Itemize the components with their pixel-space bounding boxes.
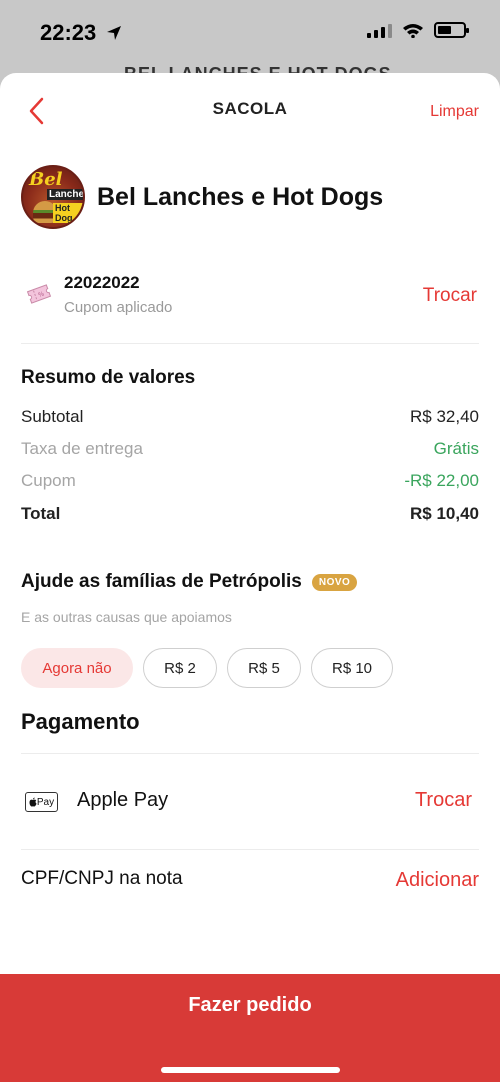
payment-title: Pagamento [21, 709, 140, 734]
summary-row-total: Total R$ 10,40 [21, 504, 479, 524]
summary-row-delivery: Taxa de entrega Grátis [21, 439, 479, 459]
payment-method: Apple Pay [77, 789, 169, 811]
subtotal-label: Subtotal [21, 407, 84, 426]
battery-icon [434, 22, 469, 38]
donation-option-10[interactable]: R$ 10 [311, 648, 393, 688]
location-arrow-icon [107, 26, 121, 40]
delivery-fee-value: Grátis [433, 439, 479, 458]
new-badge: NOVO [311, 573, 358, 591]
coupon-discount-label: Cupom [21, 471, 76, 490]
home-indicator [161, 1067, 340, 1073]
coupon-code: 22022022 [64, 273, 140, 292]
clear-button[interactable]: Limpar [430, 103, 479, 121]
delivery-fee-label: Taxa de entrega [21, 439, 143, 458]
store-info: Bel Lanches Hot Dog Bel Lanches e Hot Do… [21, 165, 383, 229]
divider [21, 849, 479, 850]
divider [21, 343, 479, 344]
donation-option-not-now[interactable]: Agora não [21, 648, 133, 688]
coupon-ticket-icon: % [26, 284, 52, 304]
page-title: SACOLA [212, 99, 288, 118]
summary-row-coupon: Cupom -R$ 22,00 [21, 471, 479, 491]
total-value: R$ 10,40 [410, 504, 479, 523]
cellular-signal-icon [367, 22, 392, 38]
status-bar: 22:23 [0, 0, 500, 68]
header: SACOLA Limpar [0, 73, 500, 145]
summary-title: Resumo de valores [21, 367, 196, 388]
donation-title: Ajude as famílias de Petrópolis [21, 571, 302, 592]
donation-options: Agora não R$ 2 R$ 5 R$ 10 [21, 648, 393, 688]
subtotal-value: R$ 32,40 [410, 407, 479, 426]
store-logo: Bel Lanches Hot Dog [21, 165, 85, 229]
summary-row-subtotal: Subtotal R$ 32,40 [21, 407, 479, 427]
wifi-icon [403, 24, 423, 38]
total-label: Total [21, 504, 61, 523]
divider [21, 753, 479, 754]
cpf-label: CPF/CNPJ na nota [21, 868, 183, 889]
donation-section-title: Ajude as famílias de Petrópolis NOVO [21, 571, 358, 593]
logo-text-lanches: Lanches [47, 189, 83, 200]
store-name: Bel Lanches e Hot Dogs [97, 182, 384, 211]
coupon-status: Cupom aplicado [64, 299, 173, 316]
change-coupon-button[interactable]: Trocar [423, 285, 477, 307]
place-order-button[interactable]: Fazer pedido [0, 994, 500, 1017]
status-time: 22:23 [40, 20, 97, 45]
change-payment-button[interactable]: Trocar [415, 789, 472, 812]
logo-text-hotdog: Hot Dog [53, 203, 83, 223]
bag-sheet: SACOLA Limpar Bel Lanches Hot Dog Bel La… [0, 73, 500, 1082]
donation-option-2[interactable]: R$ 2 [143, 648, 217, 688]
order-bar[interactable]: Fazer pedido [0, 974, 500, 1082]
status-indicators [367, 22, 469, 38]
donation-option-5[interactable]: R$ 5 [227, 648, 301, 688]
coupon-section: % 22022022 Cupom aplicado Trocar [21, 269, 479, 343]
add-cpf-button[interactable]: Adicionar [396, 869, 479, 892]
apple-pay-icon-label: Pay [36, 796, 55, 808]
apple-pay-icon: Pay [25, 792, 58, 812]
donation-subtitle: E as outras causas que apoiamos [21, 609, 232, 625]
coupon-discount-value: -R$ 22,00 [404, 471, 479, 490]
apple-logo-icon [29, 797, 37, 807]
logo-text-bel: Bel [29, 169, 63, 190]
